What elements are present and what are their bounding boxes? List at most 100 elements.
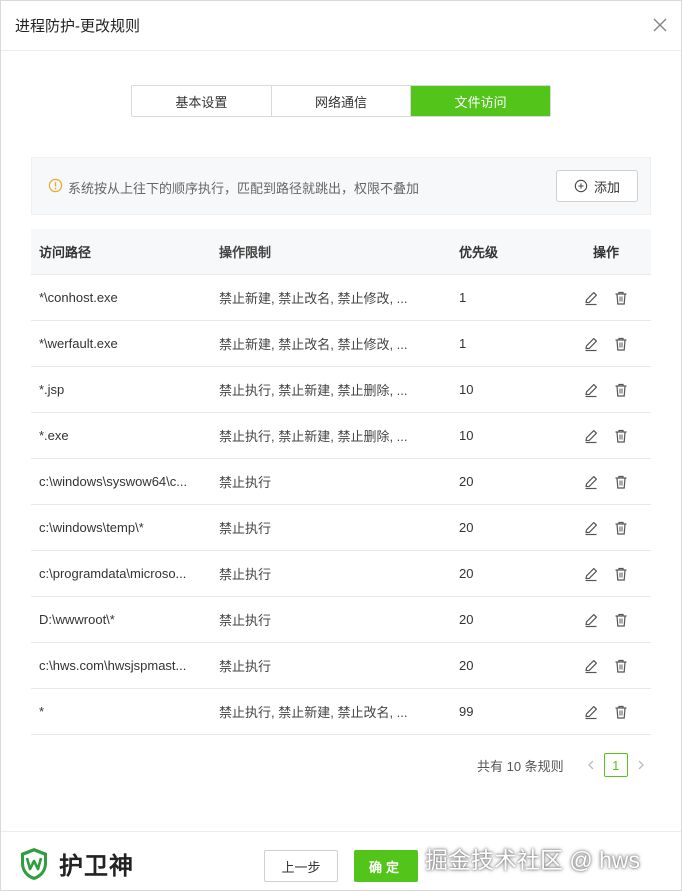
cell-priority: 10: [459, 382, 474, 397]
chevron-left-icon[interactable]: [584, 758, 598, 772]
edit-icon[interactable]: [583, 704, 599, 720]
cell-limits: 禁止执行: [219, 521, 272, 536]
cell-actions: [561, 520, 651, 536]
chevron-right-icon[interactable]: [634, 758, 648, 772]
cell-actions: [561, 612, 651, 628]
add-rule-button[interactable]: 添加: [556, 170, 638, 202]
table-row: *\werfault.exe 禁止新建, 禁止改名, 禁止修改, ... 1: [31, 321, 651, 367]
cell-limits: 禁止新建, 禁止改名, 禁止修改, ...: [219, 291, 408, 306]
rules-table: 访问路径 操作限制 优先级 操作 *\conhost.exe 禁止新建, 禁止改名…: [31, 229, 651, 735]
plus-circle-icon: [574, 179, 588, 193]
brand-name: 护卫神: [59, 853, 134, 880]
delete-icon[interactable]: [613, 290, 629, 306]
edit-icon[interactable]: [583, 382, 599, 398]
cell-path: c:\windows\syswow64\c...: [39, 474, 188, 489]
edit-icon[interactable]: [583, 290, 599, 306]
delete-icon[interactable]: [613, 336, 629, 352]
delete-icon[interactable]: [613, 474, 629, 490]
tab-network[interactable]: 网络通信: [270, 86, 411, 116]
cell-priority: 20: [459, 474, 474, 489]
cell-path: D:\wwwroot\*: [39, 612, 115, 627]
shield-logo-icon: [21, 847, 47, 880]
edit-icon[interactable]: [583, 428, 599, 444]
cell-path: *: [39, 704, 45, 719]
column-header-actions: 操作: [592, 245, 619, 260]
table-row: D:\wwwroot\* 禁止执行 20: [31, 597, 651, 643]
watermark: 掘金技术社区 @ hws: [425, 847, 641, 873]
table-row: c:\windows\syswow64\c... 禁止执行 20: [31, 459, 651, 505]
cell-path: c:\hws.com\hwsjspmast...: [39, 658, 187, 673]
page-button-1[interactable]: 1: [603, 753, 628, 777]
cell-actions: [561, 382, 651, 398]
rule-edit-dialog: 进程防护-更改规则 基本设置 网络通信 文件访问 系统按从上往下的顺序执行，匹配…: [0, 0, 682, 891]
table-row: c:\programdata\microso... 禁止执行 20: [31, 551, 651, 597]
brand-logo: 护卫神: [19, 846, 134, 881]
cell-priority: 20: [459, 612, 474, 627]
cell-path: *.jsp: [39, 382, 65, 397]
tab-file-access[interactable]: 文件访问: [410, 86, 551, 116]
cell-limits: 禁止执行, 禁止新建, 禁止删除, ...: [219, 383, 408, 398]
edit-icon[interactable]: [583, 520, 599, 536]
delete-icon[interactable]: [613, 428, 629, 444]
cell-actions: [561, 704, 651, 720]
cell-path: *.exe: [39, 428, 69, 443]
cell-priority: 1: [459, 336, 467, 351]
previous-step-button[interactable]: 上一步: [264, 850, 338, 882]
cell-actions: [561, 336, 651, 352]
delete-icon[interactable]: [613, 704, 629, 720]
cell-limits: 禁止执行, 禁止新建, 禁止删除, ...: [219, 429, 408, 444]
cell-limits: 禁止执行: [219, 613, 272, 628]
cell-actions: [561, 474, 651, 490]
table-row: c:\windows\temp\* 禁止执行 20: [31, 505, 651, 551]
pagination-total: 共有 10 条规则: [477, 758, 564, 774]
confirm-button[interactable]: 确定: [354, 850, 418, 882]
tab-bar: 基本设置 网络通信 文件访问: [131, 85, 551, 117]
add-rule-label: 添加: [593, 179, 620, 195]
cell-limits: 禁止执行: [219, 567, 272, 582]
edit-icon[interactable]: [583, 612, 599, 628]
column-header-priority: 优先级: [459, 245, 499, 260]
dialog-footer: 护卫神 上一步 确定 掘金技术社区 @ hws: [1, 831, 681, 891]
close-icon[interactable]: [651, 16, 669, 34]
delete-icon[interactable]: [613, 382, 629, 398]
cell-path: *\werfault.exe: [39, 336, 118, 351]
delete-icon[interactable]: [613, 658, 629, 674]
notice-message: 系统按从上往下的顺序执行，匹配到路径就跳出，权限不叠加: [68, 181, 420, 196]
delete-icon[interactable]: [613, 612, 629, 628]
edit-icon[interactable]: [583, 336, 599, 352]
warning-circle-icon: [48, 178, 63, 193]
cell-path: c:\programdata\microso...: [39, 566, 187, 581]
cell-actions: [561, 566, 651, 582]
cell-actions: [561, 658, 651, 674]
cell-priority: 20: [459, 566, 474, 581]
table-row: *.jsp 禁止执行, 禁止新建, 禁止删除, ... 10: [31, 367, 651, 413]
cell-priority: 20: [459, 520, 474, 535]
cell-priority: 10: [459, 428, 474, 443]
table-row: *\conhost.exe 禁止新建, 禁止改名, 禁止修改, ... 1: [31, 275, 651, 321]
notice-bar: 系统按从上往下的顺序执行，匹配到路径就跳出，权限不叠加 添加: [31, 157, 651, 215]
edit-icon[interactable]: [583, 658, 599, 674]
cell-path: c:\windows\temp\*: [39, 520, 144, 535]
table-header: 访问路径 操作限制 优先级 操作: [31, 229, 651, 275]
column-header-path: 访问路径: [39, 245, 92, 260]
edit-icon[interactable]: [583, 566, 599, 582]
cell-priority: 20: [459, 658, 474, 673]
table-row: * 禁止执行, 禁止新建, 禁止改名, ... 99: [31, 689, 651, 735]
tab-basic-settings[interactable]: 基本设置: [132, 86, 271, 116]
cell-priority: 1: [459, 290, 467, 305]
dialog-header: 进程防护-更改规则: [1, 1, 681, 51]
table-body: *\conhost.exe 禁止新建, 禁止改名, 禁止修改, ... 1 *\wer…: [31, 275, 651, 735]
table-row: c:\hws.com\hwsjspmast... 禁止执行 20: [31, 643, 651, 689]
cell-path: *\conhost.exe: [39, 290, 118, 305]
cell-actions: [561, 428, 651, 444]
cell-limits: 禁止执行, 禁止新建, 禁止改名, ...: [219, 705, 408, 720]
dialog-title: 进程防护-更改规则: [15, 18, 140, 35]
delete-icon[interactable]: [613, 566, 629, 582]
delete-icon[interactable]: [613, 520, 629, 536]
cell-limits: 禁止执行: [219, 475, 272, 490]
cell-limits: 禁止新建, 禁止改名, 禁止修改, ...: [219, 337, 408, 352]
column-header-limits: 操作限制: [219, 245, 272, 260]
edit-icon[interactable]: [583, 474, 599, 490]
cell-limits: 禁止执行: [219, 659, 272, 674]
cell-priority: 99: [459, 704, 474, 719]
